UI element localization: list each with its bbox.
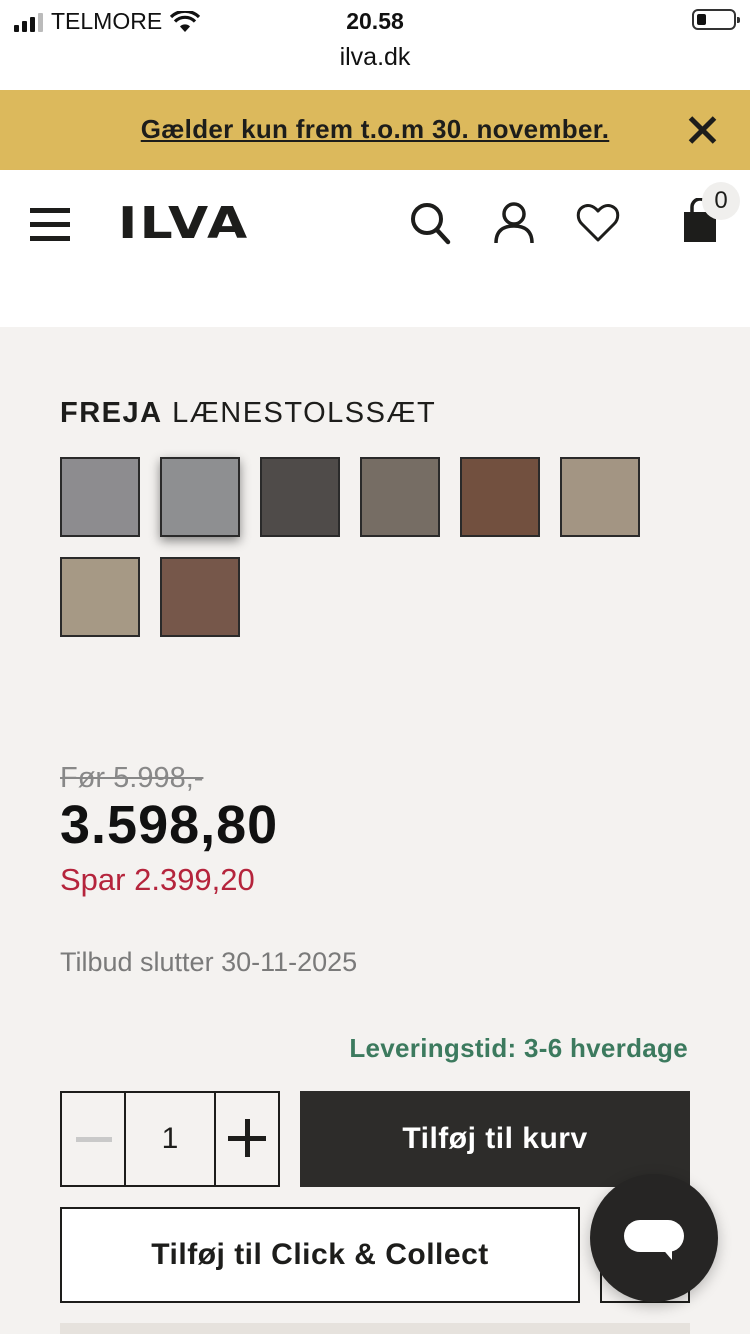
menu-icon[interactable] — [30, 206, 70, 241]
click-collect-button[interactable]: Tilføj til Click & Collect — [60, 1207, 580, 1303]
clock: 20.58 — [346, 8, 404, 34]
product-title: FREJA LÆNESTOLSSÆT — [60, 397, 436, 430]
color-swatch[interactable] — [360, 457, 440, 537]
quantity-input[interactable]: 1 — [126, 1093, 216, 1185]
current-price: 3.598,80 — [60, 795, 279, 855]
heart-icon[interactable] — [576, 203, 620, 243]
quantity-decrease-button[interactable] — [62, 1093, 126, 1185]
add-to-cart-button[interactable]: Tilføj til kurv — [300, 1091, 690, 1187]
close-icon[interactable] — [688, 116, 716, 144]
color-swatch[interactable] — [460, 457, 540, 537]
color-swatch[interactable] — [160, 557, 240, 637]
cart-count-badge: 0 — [702, 182, 740, 220]
color-swatch[interactable] — [260, 457, 340, 537]
color-swatch[interactable] — [60, 457, 140, 537]
product-type: LÆNESTOLSSÆT — [172, 397, 437, 429]
offer-end-text: Tilbud slutter 30-11-2025 — [60, 947, 358, 977]
search-icon[interactable] — [408, 200, 452, 246]
chat-button[interactable] — [590, 1174, 718, 1302]
color-swatch[interactable] — [60, 557, 140, 637]
status-bar: TELMORE 20.58 — [0, 0, 750, 40]
chat-icon — [624, 1220, 684, 1260]
promo-link[interactable]: Gælder kun frem t.o.m 30. november. — [0, 114, 750, 145]
delivery-time: Leveringstid: 3-6 hverdage — [349, 1033, 688, 1063]
savings-text: Spar 2.399,20 — [60, 862, 255, 897]
battery-icon — [692, 9, 740, 30]
color-swatch[interactable] — [160, 457, 240, 537]
page-top-spacer — [0, 272, 750, 327]
quantity-increase-button[interactable] — [216, 1093, 278, 1185]
promo-banner: Gælder kun frem t.o.m 30. november. — [0, 90, 750, 170]
logo[interactable]: ILVA — [118, 202, 250, 246]
old-price: Før 5.998,- — [60, 762, 204, 794]
quantity-stepper: 1 — [60, 1091, 280, 1187]
address-bar[interactable]: ilva.dk — [0, 40, 750, 90]
color-swatch[interactable] — [560, 457, 640, 537]
next-section-edge — [60, 1323, 690, 1334]
site-header: ILVA 0 — [0, 170, 750, 272]
product-name: FREJA — [60, 397, 163, 429]
user-icon[interactable] — [492, 200, 536, 246]
